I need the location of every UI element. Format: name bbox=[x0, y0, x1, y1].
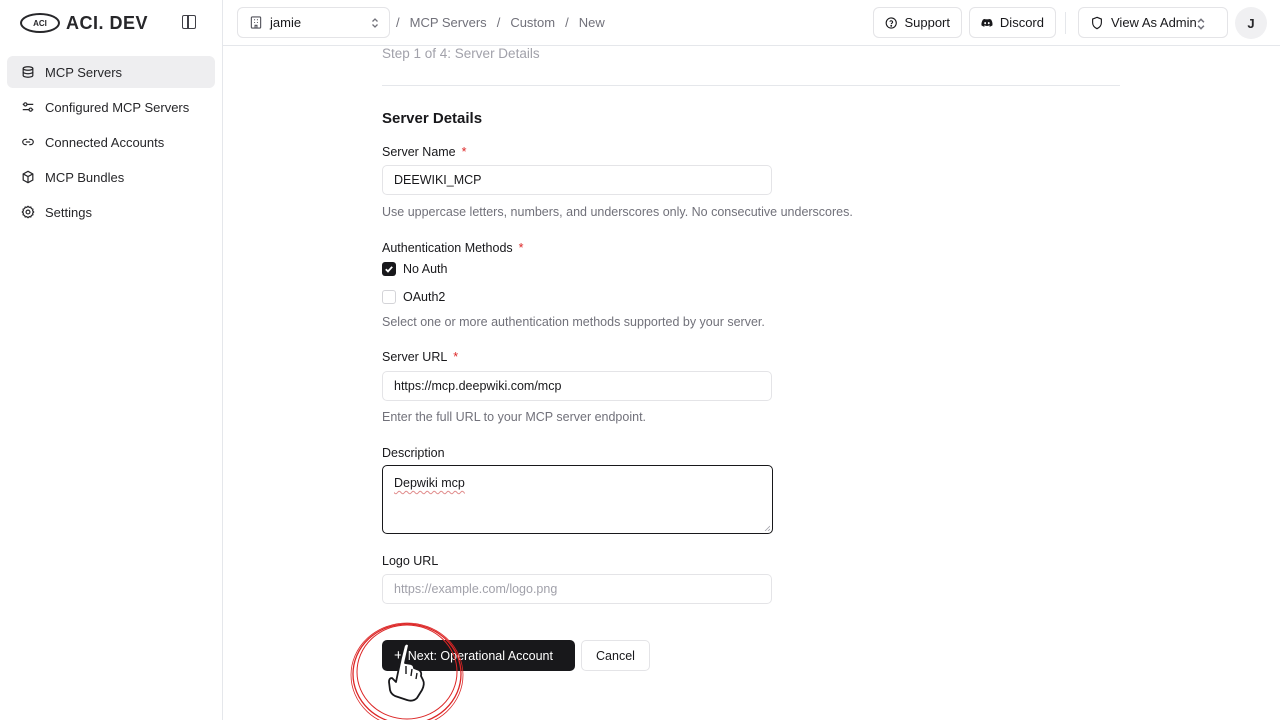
checkbox-label: OAuth2 bbox=[403, 290, 446, 304]
sidebar-item-label: MCP Servers bbox=[45, 64, 123, 80]
auth-methods-help: Select one or more authentication method… bbox=[382, 315, 765, 329]
logo-url-input[interactable]: https://example.com/logo.png bbox=[382, 574, 772, 604]
check-icon bbox=[385, 266, 393, 273]
sidebar-toggle-icon[interactable] bbox=[182, 15, 196, 29]
description-value: Depwiki mcp bbox=[394, 476, 465, 490]
next-button[interactable]: + Next: Operational Account bbox=[382, 640, 575, 671]
brand-logo[interactable]: ACI ACI. DEV bbox=[0, 0, 222, 46]
server-name-input[interactable]: DEEWIKI_MCP bbox=[382, 165, 772, 195]
breadcrumb-item-mcp-servers[interactable]: MCP Servers bbox=[410, 15, 487, 30]
server-url-help: Enter the full URL to your MCP server en… bbox=[382, 410, 647, 424]
chevron-up-down-icon bbox=[372, 18, 378, 28]
checkbox-label: No Auth bbox=[403, 262, 448, 276]
server-name-help: Use uppercase letters, numbers, and unde… bbox=[382, 205, 853, 219]
auth-methods-label: Authentication Methods * bbox=[382, 241, 524, 255]
shield-icon bbox=[1092, 16, 1102, 29]
help-circle-icon bbox=[885, 16, 897, 29]
logo-url-label: Logo URL bbox=[382, 554, 439, 568]
divider bbox=[382, 85, 1120, 86]
checkbox-checked[interactable] bbox=[382, 262, 396, 276]
brand-name: ACI. DEV bbox=[66, 12, 149, 33]
plus-icon: + bbox=[394, 647, 403, 664]
support-label: Support bbox=[904, 15, 950, 30]
package-icon bbox=[21, 170, 35, 184]
support-button[interactable]: Support bbox=[873, 7, 962, 38]
role-selector[interactable]: View As Admin bbox=[1078, 7, 1228, 38]
gear-icon bbox=[21, 205, 35, 219]
sidebar-item-configured-mcp-servers[interactable]: Configured MCP Servers bbox=[7, 91, 215, 123]
next-button-label: Next: Operational Account bbox=[407, 648, 553, 663]
sidebar-item-connected-accounts[interactable]: Connected Accounts bbox=[7, 126, 215, 158]
header-divider bbox=[1065, 12, 1066, 34]
server-url-input[interactable]: https://mcp.deepwiki.com/mcp bbox=[382, 371, 772, 401]
sidebar-item-label: Settings bbox=[45, 204, 92, 220]
org-selector[interactable]: jamie bbox=[237, 7, 390, 38]
role-label: View As Admin bbox=[1111, 15, 1197, 30]
required-marker: * bbox=[518, 241, 524, 255]
discord-icon bbox=[981, 18, 993, 27]
sidebar-item-label: MCP Bundles bbox=[45, 169, 125, 185]
required-marker: * bbox=[461, 145, 467, 159]
database-icon bbox=[21, 65, 35, 79]
description-label: Description bbox=[382, 446, 445, 460]
sidebar-item-mcp-servers[interactable]: MCP Servers bbox=[7, 56, 215, 88]
building-icon bbox=[250, 16, 262, 29]
step-indicator: Step 1 of 4: Server Details bbox=[382, 46, 540, 61]
description-textarea[interactable]: Depwiki mcp bbox=[382, 465, 773, 534]
sidebar-item-settings[interactable]: Settings bbox=[7, 196, 215, 228]
cancel-button[interactable]: Cancel bbox=[581, 640, 650, 671]
checkbox-unchecked[interactable] bbox=[382, 290, 396, 304]
resize-handle-icon[interactable] bbox=[764, 525, 770, 531]
server-url-label: Server URL * bbox=[382, 350, 459, 364]
section-title: Server Details bbox=[382, 110, 483, 127]
logo-badge: ACI bbox=[20, 13, 60, 33]
breadcrumb: / MCP Servers / Custom / New bbox=[396, 15, 605, 30]
required-marker: * bbox=[453, 350, 459, 364]
breadcrumb-item-new: New bbox=[578, 15, 605, 30]
auth-option-no-auth[interactable]: No Auth bbox=[382, 262, 447, 276]
sidebar-item-label: Connected Accounts bbox=[45, 134, 165, 150]
chevron-up-down-icon bbox=[1197, 18, 1205, 30]
discord-button[interactable]: Discord bbox=[969, 7, 1056, 38]
auth-option-oauth2[interactable]: OAuth2 bbox=[382, 290, 445, 304]
sidebar: ACI ACI. DEV MCP Servers Configured MCP … bbox=[0, 0, 223, 720]
sidebar-item-label: Configured MCP Servers bbox=[45, 99, 190, 115]
top-header: jamie / MCP Servers / Custom / New Suppo… bbox=[223, 0, 1280, 46]
sidebar-nav: MCP Servers Configured MCP Servers Conne… bbox=[0, 46, 222, 241]
link-icon bbox=[21, 135, 35, 149]
sliders-icon bbox=[21, 100, 35, 114]
user-avatar[interactable]: J bbox=[1235, 7, 1267, 39]
sidebar-item-mcp-bundles[interactable]: MCP Bundles bbox=[7, 161, 215, 193]
org-name: jamie bbox=[270, 15, 302, 30]
server-name-label: Server Name * bbox=[382, 145, 467, 159]
breadcrumb-item-custom[interactable]: Custom bbox=[510, 15, 555, 30]
discord-label: Discord bbox=[999, 15, 1044, 30]
